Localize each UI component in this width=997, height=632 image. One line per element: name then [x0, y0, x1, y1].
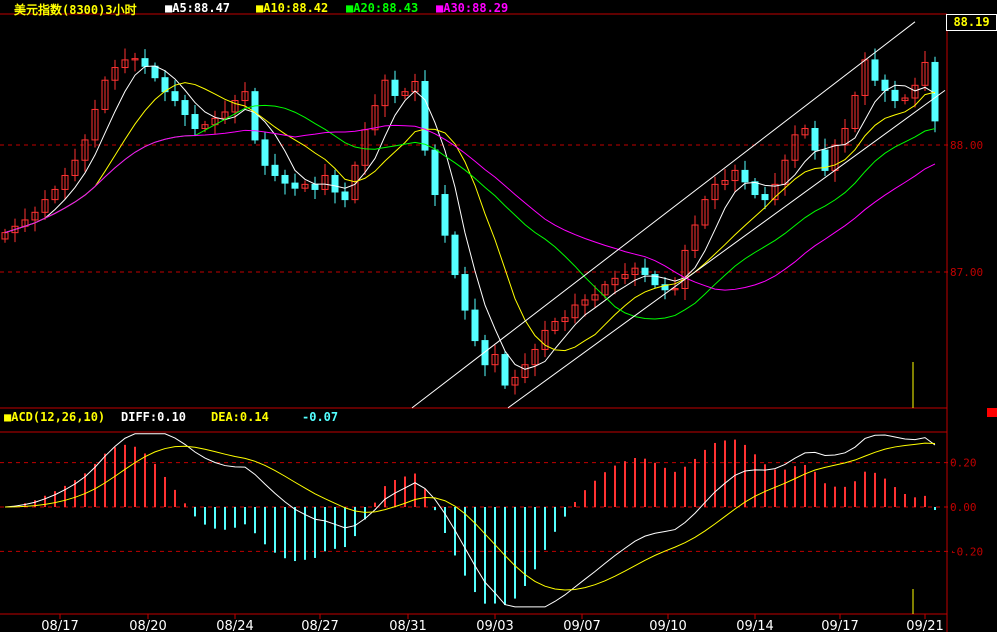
candle-down [271, 164, 279, 176]
ma30-legend: ■A30:88.29 [436, 1, 509, 15]
candle-down [341, 191, 349, 201]
candle-down [501, 354, 509, 386]
candle-down [751, 181, 759, 196]
candle-down [471, 309, 479, 342]
chart-canvas: 88.00 87.00 0.20 0.00 -0.20 08/17 08/20 08/24 08… [0, 13, 983, 632]
candle-down [431, 149, 439, 196]
candle-down [181, 100, 189, 116]
candle-down [151, 65, 159, 79]
price-tick-label: 87.00 [950, 266, 983, 279]
date-label: 08/31 [389, 619, 426, 632]
candle-down [251, 91, 259, 141]
macd-value: -0.07 [302, 410, 339, 424]
candle-down [451, 234, 459, 276]
macd-title: ■ACD(12,26,10) [4, 410, 106, 424]
candle-down [311, 183, 319, 190]
candle-down [741, 169, 749, 183]
macd-dea: DEA:0.14 [211, 410, 269, 424]
date-label: 08/17 [41, 619, 78, 632]
ma10-line [4, 82, 936, 352]
price-tick-label: 88.00 [950, 139, 983, 152]
candle-down [811, 127, 819, 151]
ma5-legend: ■A5:88.47 [165, 1, 231, 15]
date-label: 09/07 [563, 619, 600, 632]
candle-down [481, 340, 489, 366]
date-label: 08/27 [301, 619, 338, 632]
date-label: 08/20 [129, 619, 166, 632]
candle-down [141, 58, 149, 67]
ma20-legend: ■A20:88.43 [346, 1, 419, 15]
candle-down [261, 139, 269, 166]
candle-down [291, 182, 299, 189]
candle-down [871, 59, 879, 81]
candle-down [171, 91, 179, 102]
candle-down [421, 81, 429, 151]
date-label: 09/21 [906, 619, 943, 632]
trendline [507, 89, 946, 409]
candle-down [641, 267, 649, 276]
macd-tick-label: 0.20 [950, 457, 977, 470]
date-label: 09/17 [821, 619, 858, 632]
candle-down [881, 79, 889, 91]
candle-down [281, 174, 289, 184]
candle-down [441, 194, 449, 236]
date-label: 09/14 [736, 619, 773, 632]
candle-down [761, 194, 769, 201]
candle-down [461, 274, 469, 311]
macd-diff: DIFF:0.10 [121, 410, 187, 424]
candle-down [191, 114, 199, 129]
panel-splitter-handle[interactable] [987, 408, 997, 417]
chart-title: 美元指数(8300)3小时 [14, 3, 137, 17]
candle-down [391, 79, 399, 96]
date-label: 08/24 [216, 619, 253, 632]
candle-down [891, 89, 899, 102]
date-label: 09/10 [649, 619, 686, 632]
trendline [411, 21, 916, 409]
macd-tick-label: -0.20 [950, 545, 983, 558]
date-label: 09/03 [476, 619, 513, 632]
ma10-legend: ■A10:88.42 [256, 1, 329, 15]
macd-tick-label: 0.00 [950, 501, 977, 514]
last-price-box: 88.19 [946, 14, 997, 31]
candle-down [331, 174, 339, 193]
